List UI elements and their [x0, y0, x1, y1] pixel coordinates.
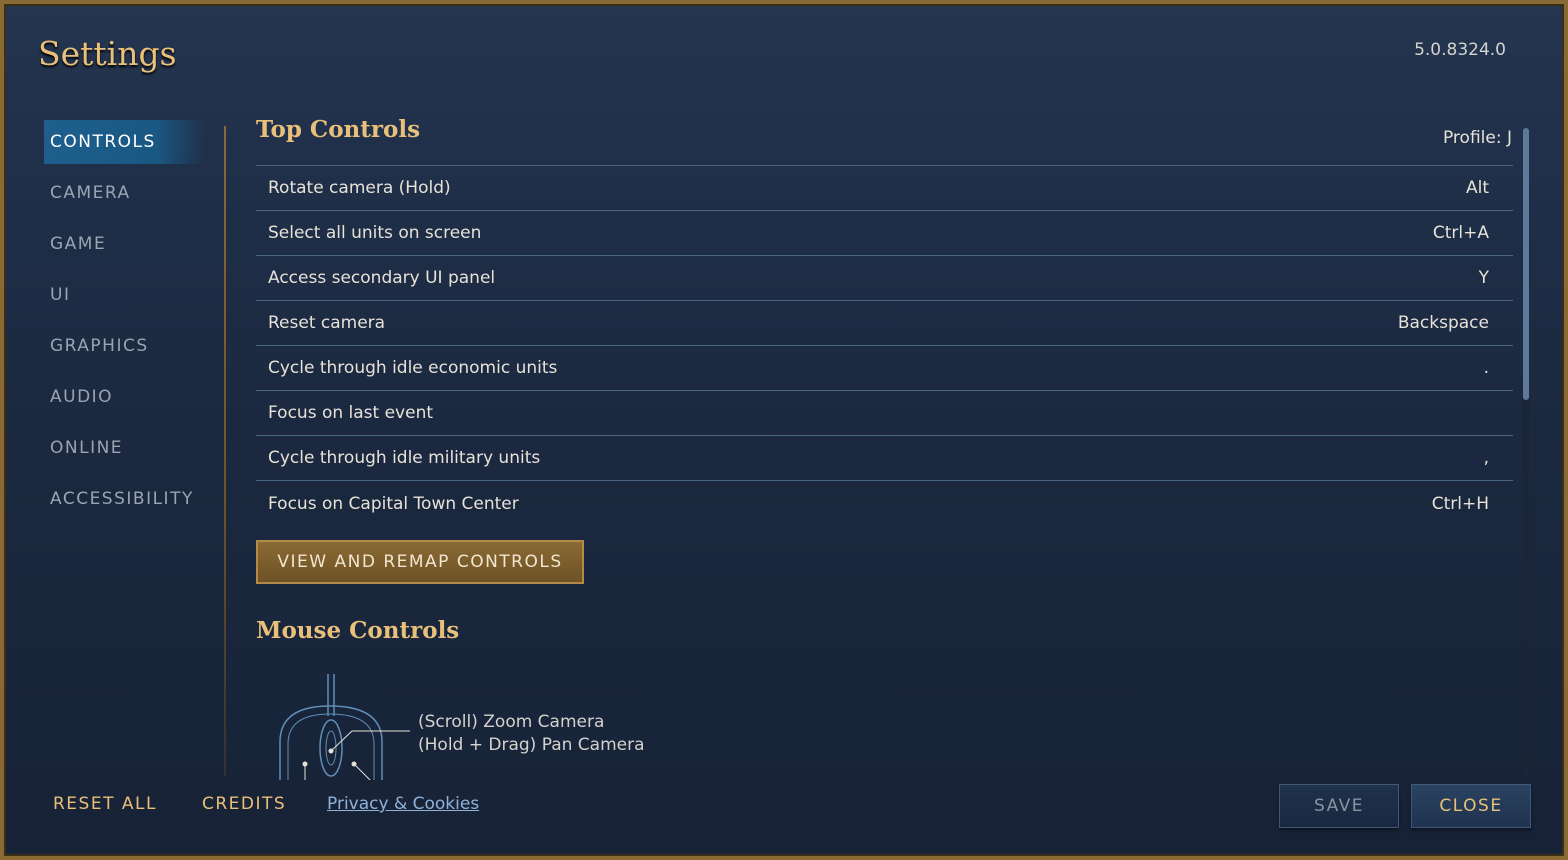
action-label: Focus on Capital Town Center — [268, 493, 519, 514]
reset-all-button[interactable]: RESET ALL — [53, 794, 157, 814]
settings-window: Settings 5.0.8324.0 CONTROLS CAMERA GAME… — [0, 0, 1568, 860]
sidebar-item-audio[interactable]: AUDIO — [44, 375, 204, 419]
action-label: Cycle through idle economic units — [268, 358, 558, 378]
key-binding: Alt — [1465, 178, 1489, 198]
action-label: Focus on last event — [268, 403, 434, 423]
sidebar-item-ui[interactable]: UI — [44, 273, 204, 317]
key-binding: Y — [1478, 268, 1489, 288]
drag-pan-label: (Hold + Drag) Pan Camera — [418, 735, 645, 755]
scroll-zoom-label: (Scroll) Zoom Camera — [418, 712, 605, 732]
action-label: Select all units on screen — [268, 223, 482, 243]
key-binding: Ctrl+A — [1432, 223, 1489, 243]
mouse-diagram: (Scroll) Zoom Camera (Hold + Drag) Pan C… — [270, 672, 770, 780]
key-binding: Backspace — [1397, 313, 1489, 333]
table-row[interactable]: Focus on last event — [256, 391, 1513, 436]
key-binding: Ctrl+H — [1431, 493, 1489, 514]
page-title: Settings — [38, 34, 177, 73]
mouse-icon — [279, 674, 410, 780]
table-row[interactable]: Reset camera Backspace — [256, 301, 1513, 346]
table-row[interactable]: Select all units on screen Ctrl+A — [256, 211, 1513, 256]
credits-button[interactable]: CREDITS — [202, 794, 286, 814]
action-label: Reset camera — [268, 313, 386, 333]
sidebar-item-online[interactable]: ONLINE — [44, 426, 204, 470]
table-row[interactable]: Access secondary UI panel Y — [256, 256, 1513, 301]
sidebar-divider — [224, 126, 226, 776]
action-label: Rotate camera (Hold) — [268, 178, 451, 198]
privacy-cookies-link[interactable]: Privacy & Cookies — [327, 794, 479, 814]
top-controls-title: Top Controls — [256, 116, 421, 143]
sidebar-item-camera[interactable]: CAMERA — [44, 171, 204, 215]
table-row[interactable]: Cycle through idle military units , — [256, 436, 1513, 481]
sidebar: CONTROLS CAMERA GAME UI GRAPHICS AUDIO O… — [44, 120, 204, 528]
sidebar-item-graphics[interactable]: GRAPHICS — [44, 324, 204, 368]
close-button[interactable]: CLOSE — [1411, 784, 1531, 828]
sidebar-item-accessibility[interactable]: ACCESSIBILITY — [44, 477, 204, 521]
version-label: 5.0.8324.0 — [1414, 40, 1506, 60]
scrollbar-thumb[interactable] — [1523, 128, 1529, 400]
profile-label: Profile: J — [1442, 128, 1512, 148]
table-row[interactable]: Cycle through idle economic units . — [256, 346, 1513, 391]
controls-panel: Top Controls Profile: J Rotate camera (H… — [256, 112, 1516, 780]
action-label: Cycle through idle military units — [268, 448, 541, 468]
sidebar-item-game[interactable]: GAME — [44, 222, 204, 266]
keybind-table: Rotate camera (Hold) Alt Select all unit… — [256, 165, 1513, 526]
mouse-controls-title: Mouse Controls — [256, 617, 460, 644]
table-row[interactable]: Focus on Capital Town Center Ctrl+H — [256, 481, 1513, 526]
table-row[interactable]: Rotate camera (Hold) Alt — [256, 166, 1513, 211]
view-remap-controls-button[interactable]: VIEW AND REMAP CONTROLS — [256, 540, 584, 584]
key-binding: , — [1483, 448, 1489, 468]
sidebar-item-controls[interactable]: CONTROLS — [44, 120, 204, 164]
key-binding: . — [1483, 358, 1489, 378]
content-scrollbar[interactable] — [1523, 128, 1529, 776]
save-button[interactable]: SAVE — [1279, 784, 1399, 828]
action-label: Access secondary UI panel — [268, 268, 496, 288]
